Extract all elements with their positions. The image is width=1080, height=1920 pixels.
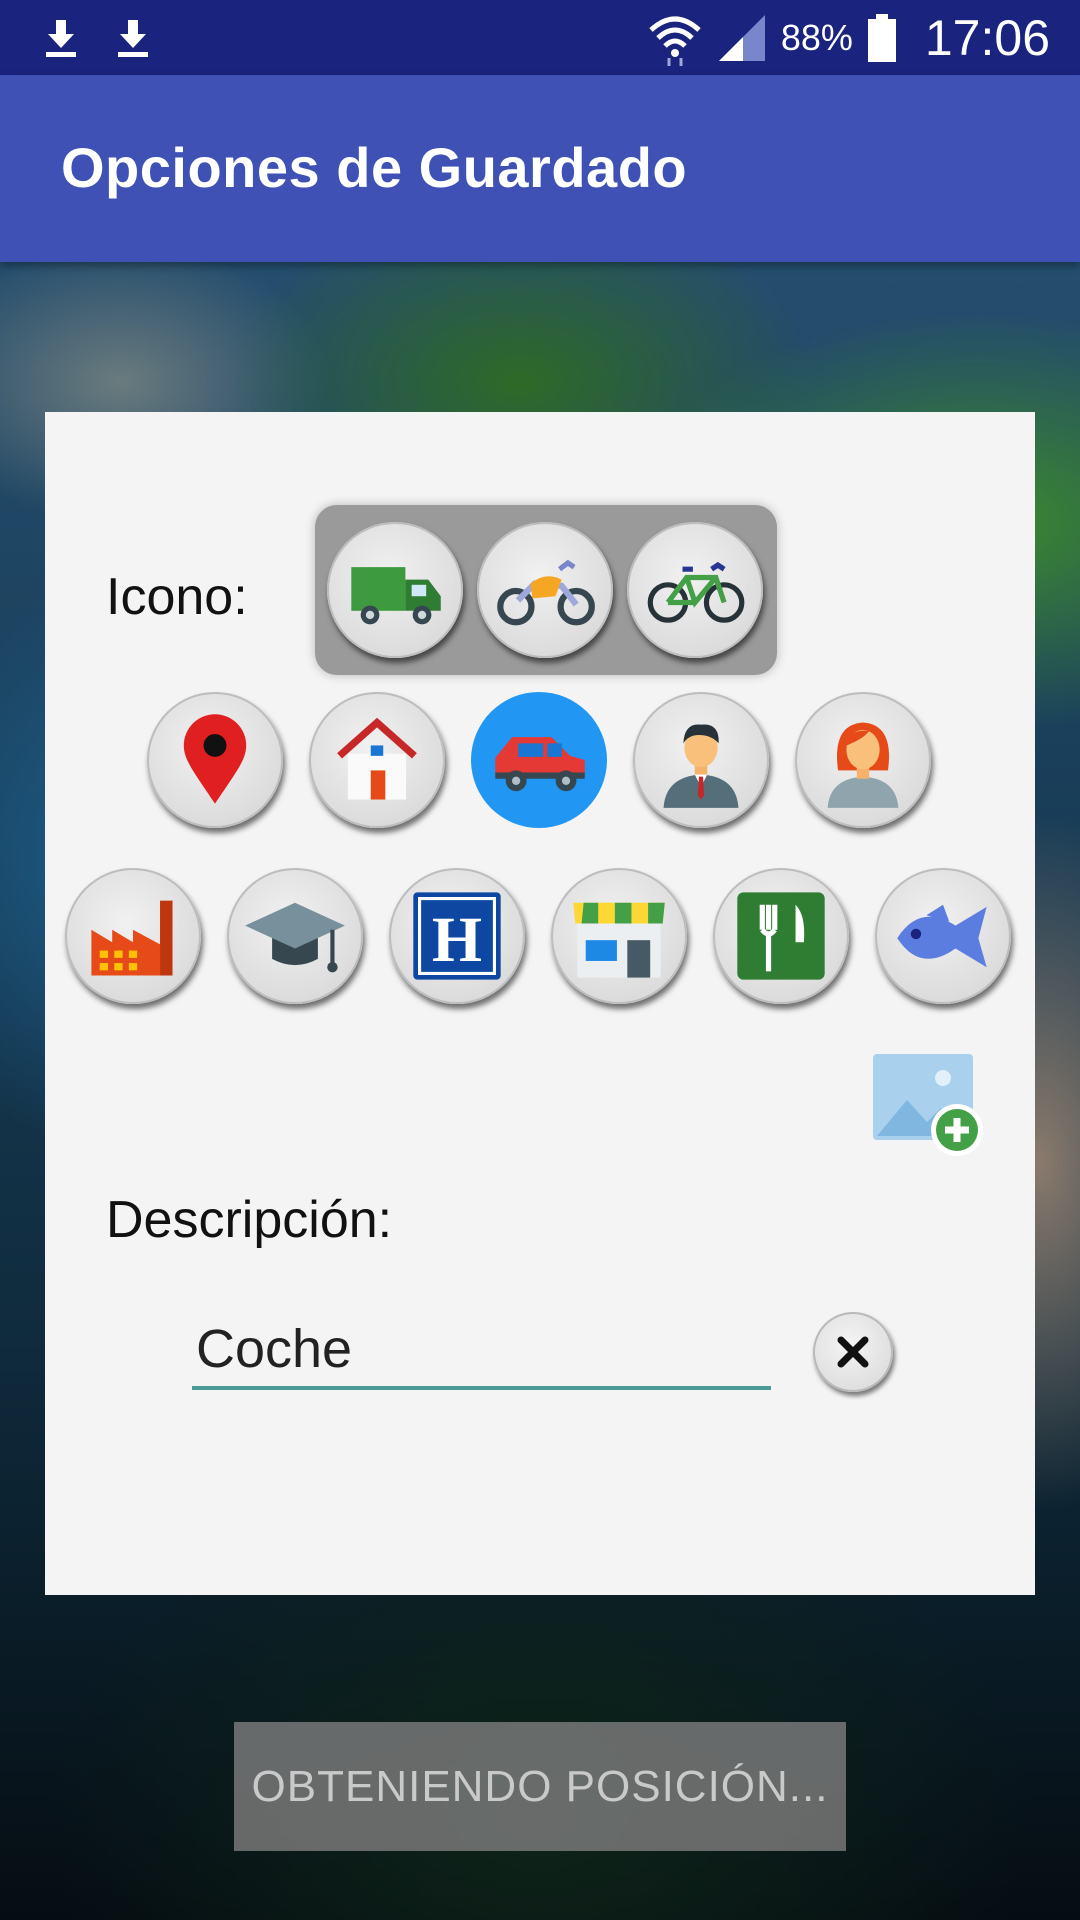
page-title: Opciones de Guardado [61,136,688,199]
man-icon [663,724,739,808]
bicycle-option[interactable] [627,522,763,658]
download-icon [46,20,76,57]
fish-option[interactable] [875,868,1011,1004]
app-bar: Opciones de Guardado [0,75,1080,262]
fish-icon [897,904,987,968]
signal-icon [718,14,765,61]
restaurant-icon [737,892,825,980]
description-input[interactable]: Coche [192,1312,771,1390]
icon-label: Icono: [106,568,248,626]
svg-text:H: H [432,904,482,975]
map-pin-icon [183,714,247,804]
house-icon [337,717,417,800]
shop-icon [573,902,665,978]
car-icon [495,737,585,792]
save-options-dialog: Icono: H Descripción: Coche [45,412,1035,1595]
factory-icon [91,900,173,976]
battery-icon [867,13,896,62]
battery-percent: 88% [780,16,853,58]
get-position-button[interactable]: OBTENIENDO POSICIÓN... [234,1722,846,1851]
motorcycle-option[interactable] [477,522,613,658]
man-option[interactable] [633,692,769,828]
description-label: Descripción: [106,1191,393,1249]
house-option[interactable] [309,692,445,828]
motorcycle-icon [497,559,595,626]
graduation-cap-option[interactable] [227,868,363,1004]
add-image-icon[interactable] [871,1052,987,1160]
map-pin-option[interactable] [147,692,283,828]
factory-option[interactable] [65,868,201,1004]
truck-option[interactable] [327,522,463,658]
restaurant-option[interactable] [713,868,849,1004]
woman-option[interactable] [795,692,931,828]
hotel-option[interactable]: H [389,868,525,1004]
clock: 17:06 [924,9,1050,66]
wifi-icon [649,16,701,66]
clear-button[interactable] [813,1312,893,1392]
close-icon [837,1336,869,1368]
hotel-icon: H [413,892,501,980]
vehicle-icon-group [315,505,777,675]
truck-icon [351,567,441,625]
woman-icon [827,722,899,808]
status-bar: 88% 17:06 [0,0,1080,75]
shop-option[interactable] [551,868,687,1004]
bicycle-icon [647,561,745,623]
car-option[interactable] [471,692,607,828]
download-icon [118,20,148,57]
graduation-cap-icon [245,902,345,973]
